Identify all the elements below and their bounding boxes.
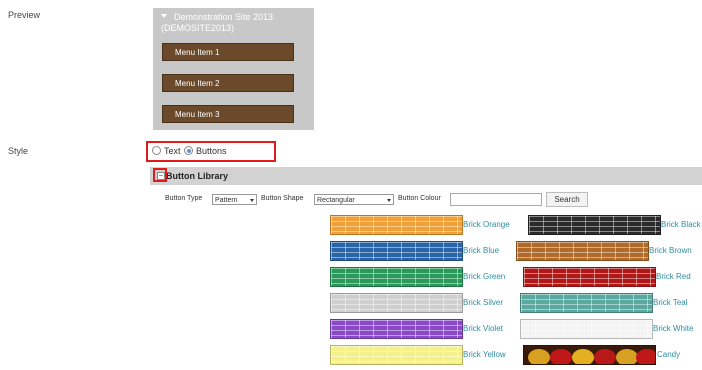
- site-title-line1: Demonstration Site 2013: [174, 12, 274, 22]
- preview-panel: Demonstration Site 2013 (DEMOSITE2013) M…: [153, 8, 314, 130]
- label-candy[interactable]: Candy: [657, 345, 680, 365]
- label-brick-orange[interactable]: Brick Orange: [463, 215, 510, 235]
- button-shape-label: Button Shape: [261, 195, 304, 202]
- text-option-label: Text: [164, 146, 181, 156]
- swatch-brick-silver[interactable]: [330, 293, 463, 313]
- swatch-brick-yellow[interactable]: [330, 345, 463, 365]
- candy-ball: [550, 349, 572, 364]
- text-radio[interactable]: [152, 146, 161, 155]
- swatch-brick-red[interactable]: [523, 267, 656, 287]
- swatch-brick-green[interactable]: [330, 267, 463, 287]
- swatch-brick-brown[interactable]: [516, 241, 649, 261]
- candy-ball: [594, 349, 616, 364]
- candy-ball: [528, 349, 550, 364]
- collapse-button[interactable]: –: [153, 168, 167, 182]
- button-library-header: Button Library: [150, 167, 702, 185]
- search-button[interactable]: Search: [546, 192, 588, 207]
- button-type-select[interactable]: Pattern: [212, 194, 257, 205]
- chevron-down-icon: [387, 199, 391, 202]
- swatch-brick-blue[interactable]: [330, 241, 463, 261]
- label-brick-green[interactable]: Brick Green: [463, 267, 505, 287]
- label-brick-brown[interactable]: Brick Brown: [649, 241, 692, 261]
- site-title[interactable]: Demonstration Site 2013 (DEMOSITE2013): [161, 12, 311, 34]
- candy-ball: [572, 349, 594, 364]
- candy-ball: [636, 349, 655, 364]
- preview-label: Preview: [8, 10, 41, 20]
- style-label: Style: [8, 146, 29, 156]
- buttons-option-label: Buttons: [196, 146, 227, 156]
- swatch-candy[interactable]: [523, 345, 656, 365]
- label-brick-violet[interactable]: Brick Violet: [463, 319, 503, 339]
- label-brick-blue[interactable]: Brick Blue: [463, 241, 499, 261]
- style-option-text[interactable]: Text: [152, 146, 181, 156]
- preview-menu-item-3[interactable]: Menu Item 3: [162, 105, 294, 123]
- button-shape-value: Rectangular: [317, 197, 355, 204]
- style-options-highlight: Text Buttons: [146, 141, 276, 162]
- site-title-line2: (DEMOSITE2013): [161, 23, 235, 33]
- preview-menu-item-1[interactable]: Menu Item 1: [162, 43, 294, 61]
- button-colour-value: [451, 195, 453, 204]
- label-brick-yellow[interactable]: Brick Yellow: [463, 345, 506, 365]
- label-brick-red[interactable]: Brick Red: [656, 267, 691, 287]
- preview-menu-item-2[interactable]: Menu Item 2: [162, 74, 294, 92]
- candy-ball: [616, 349, 638, 364]
- button-colour-label: Button Colour: [398, 195, 441, 202]
- style-option-buttons[interactable]: Buttons: [184, 146, 227, 156]
- swatch-brick-white[interactable]: [520, 319, 653, 339]
- button-colour-input[interactable]: [450, 193, 542, 206]
- label-brick-black[interactable]: Brick Black: [661, 215, 701, 235]
- minus-icon: –: [157, 172, 165, 180]
- button-shape-select[interactable]: Rectangular: [314, 194, 394, 205]
- swatch-brick-black[interactable]: [528, 215, 661, 235]
- swatch-brick-orange[interactable]: [330, 215, 463, 235]
- swatch-brick-violet[interactable]: [330, 319, 463, 339]
- buttons-radio[interactable]: [184, 146, 193, 155]
- label-brick-teal[interactable]: Brick Teal: [653, 293, 688, 313]
- collapse-triangle-icon: [161, 14, 167, 18]
- button-type-label: Button Type: [165, 195, 203, 202]
- button-library-title: Button Library: [166, 171, 228, 181]
- button-type-value: Pattern: [215, 197, 238, 204]
- label-brick-white[interactable]: Brick White: [653, 319, 693, 339]
- swatch-brick-teal[interactable]: [520, 293, 653, 313]
- label-brick-silver[interactable]: Brick Silver: [463, 293, 503, 313]
- chevron-down-icon: [250, 199, 254, 202]
